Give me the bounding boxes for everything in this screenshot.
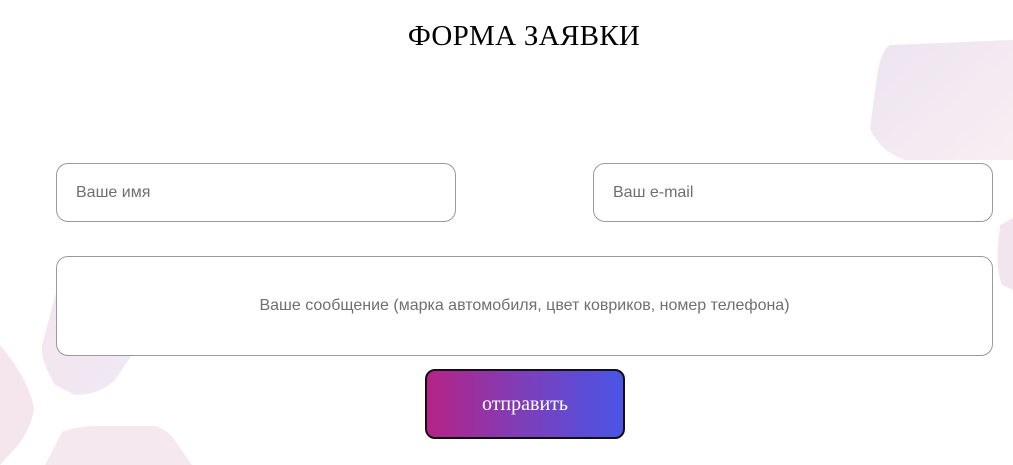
submit-button[interactable]: отправить (425, 369, 625, 439)
hexagon-shape-far-left (0, 345, 34, 465)
form-title: ФОРМА ЗАЯВКИ (407, 20, 641, 52)
hexagon-shape-top-right (870, 40, 1013, 160)
hexagon-shape-bottom-left (45, 426, 192, 465)
application-form-page: ФОРМА ЗАЯВКИ отправить (0, 0, 1013, 465)
email-input[interactable] (593, 163, 993, 222)
hexagon-shape-right-edge (997, 218, 1013, 290)
message-textarea[interactable] (56, 256, 993, 356)
name-input[interactable] (56, 163, 456, 222)
